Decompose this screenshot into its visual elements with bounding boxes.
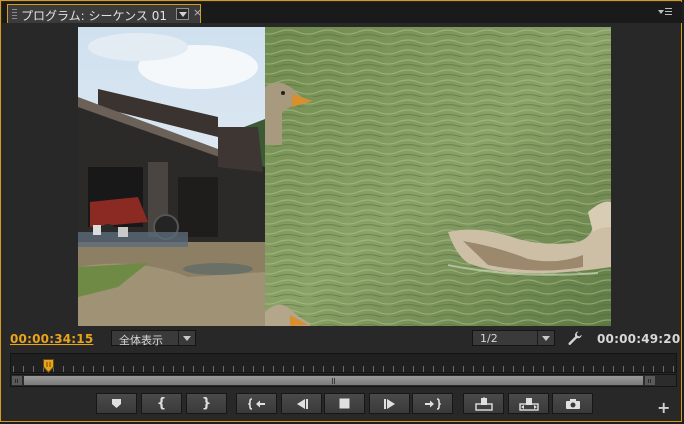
ruler-ticks: [13, 366, 674, 372]
playback-resolution-select[interactable]: 1/2: [472, 330, 555, 346]
scroll-handle-left[interactable]: [12, 376, 22, 385]
zoom-level-select[interactable]: 全体表示: [111, 330, 196, 347]
camera-icon: [565, 398, 580, 409]
scroll-handle-right[interactable]: [645, 376, 655, 385]
chevron-down-icon: [537, 331, 554, 345]
tab-label: プログラム: シーケンス 01: [21, 9, 167, 23]
timeline-scrollbar[interactable]: [10, 374, 677, 387]
in-point-icon: {: [156, 396, 167, 411]
go-to-out-button[interactable]: [412, 393, 453, 414]
add-button-icon[interactable]: +: [657, 398, 670, 417]
go-to-out-icon: [424, 397, 441, 410]
step-back-button[interactable]: [281, 393, 322, 414]
extract-icon: [518, 397, 539, 411]
scroll-thumb[interactable]: [24, 376, 643, 385]
step-forward-icon: [383, 398, 395, 409]
out-point-icon: }: [201, 396, 212, 411]
current-timecode[interactable]: 00:00:34:15: [10, 332, 93, 346]
panel-menu-icon[interactable]: [658, 8, 672, 18]
chevron-down-icon: [178, 331, 195, 345]
lift-button[interactable]: [463, 393, 504, 414]
playback-resolution-value: 1/2: [480, 332, 498, 345]
add-marker-button[interactable]: [96, 393, 137, 414]
duration-timecode: 00:00:49:20: [597, 332, 681, 346]
panel-tab-bar: プログラム: シーケンス 01 ×: [2, 2, 682, 23]
zoom-level-value: 全体表示: [119, 334, 163, 347]
tab-menu-button[interactable]: [176, 8, 189, 20]
playhead-icon[interactable]: [43, 358, 55, 374]
program-monitor-panel: プログラム: シーケンス 01 × 00:00:34:15 全体表示 1/2 0…: [0, 0, 682, 422]
video-preview: [78, 27, 611, 326]
stop-button[interactable]: [324, 393, 365, 414]
grip-icon: [331, 378, 336, 384]
export-frame-button[interactable]: [552, 393, 593, 414]
time-ruler[interactable]: [10, 353, 677, 373]
lift-icon: [474, 396, 493, 411]
grip-icon[interactable]: [12, 9, 17, 20]
step-forward-button[interactable]: [369, 393, 410, 414]
go-to-in-icon: [247, 397, 265, 410]
mark-out-button[interactable]: }: [186, 393, 227, 414]
step-back-icon: [296, 398, 308, 409]
stop-icon: [339, 398, 350, 409]
close-icon[interactable]: ×: [193, 6, 202, 19]
wrench-icon[interactable]: [567, 330, 583, 346]
go-to-in-button[interactable]: [236, 393, 277, 414]
marker-icon: [112, 399, 121, 408]
extract-button[interactable]: [508, 393, 549, 414]
tab-program-monitor[interactable]: プログラム: シーケンス 01 ×: [7, 4, 202, 23]
mark-in-button[interactable]: {: [141, 393, 182, 414]
